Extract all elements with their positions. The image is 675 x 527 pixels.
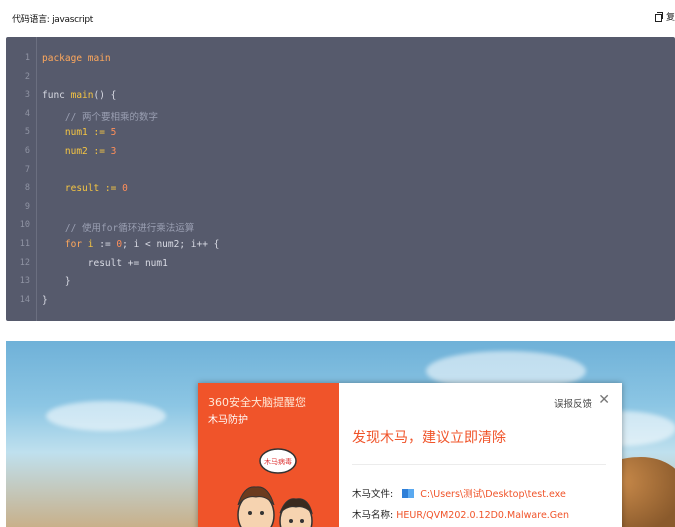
line-number: 1 bbox=[24, 53, 30, 63]
code-token: for bbox=[42, 239, 88, 250]
code-line: // 两个要相乘的数字 bbox=[42, 109, 158, 123]
folder-window-icon bbox=[402, 489, 415, 498]
code-token: func bbox=[42, 90, 71, 102]
code-line: // 使用for循环进行乘法运算 bbox=[42, 220, 194, 234]
code-line: package main bbox=[42, 53, 111, 64]
code-line: for i := 0; i < num2; i++ { bbox=[42, 239, 219, 250]
trojan-file-row: 木马文件: C:\Users\测试\Desktop\test.exe bbox=[352, 486, 566, 500]
cartoon-mascot-illustration: 木马病毒 bbox=[237, 448, 313, 527]
code-token: () { bbox=[93, 90, 117, 102]
code-line: num2 := 3 bbox=[42, 146, 117, 157]
line-number: 3 bbox=[24, 90, 30, 101]
alert-title: 发现木马，建议立即清除 bbox=[352, 430, 506, 446]
code-language-label: 代码语言: javascript bbox=[12, 15, 94, 25]
code-line: num1 := 5 bbox=[42, 127, 117, 139]
code-token: 3 bbox=[110, 146, 117, 157]
divider bbox=[352, 464, 606, 465]
trojan-name-value: HEUR/QVM202.0.12D0.Malware.Gen bbox=[396, 510, 570, 521]
code-token: result := bbox=[42, 183, 123, 195]
code-token: // 两个要相乘的数字 bbox=[42, 111, 159, 123]
line-number: 4 bbox=[24, 108, 30, 119]
code-token: } bbox=[42, 294, 48, 306]
line-number: 5 bbox=[24, 127, 30, 138]
code-token: 0 bbox=[122, 183, 128, 195]
line-number: 13 bbox=[19, 276, 30, 287]
line-number: 2 bbox=[24, 71, 30, 82]
code-line: func main() { bbox=[42, 90, 116, 101]
line-number: 11 bbox=[19, 239, 30, 249]
code-token: num1 := bbox=[42, 127, 111, 139]
code-block: 1 2 3 4 5 6 7 8 9 10 11 12 13 14 package main func mai… bbox=[6, 37, 675, 321]
brand-subtitle: 木马防护 bbox=[208, 415, 248, 426]
copy-label: 复 bbox=[665, 13, 675, 23]
brand-title: 360安全大脑提醒您 bbox=[208, 396, 306, 409]
cartoon-tag-text: 木马病毒 bbox=[264, 457, 292, 466]
code-card-header: 代码语言: javascript 复 bbox=[6, 0, 675, 37]
line-number-gutter: 1 2 3 4 5 6 7 8 9 10 11 12 13 14 bbox=[6, 37, 37, 321]
popup-brand-panel: 360安全大脑提醒您 木马防护 木马病毒 bbox=[198, 383, 339, 527]
file-path-link[interactable]: C:\Users\测试\Desktop\test.exe bbox=[420, 489, 566, 500]
code-line: } bbox=[42, 276, 71, 287]
line-number: 6 bbox=[24, 146, 30, 156]
line-number: 14 bbox=[19, 294, 30, 305]
copy-icon bbox=[654, 12, 664, 22]
code-line: result := 0 bbox=[42, 183, 128, 194]
code-token: main bbox=[70, 90, 94, 102]
cloud bbox=[46, 401, 166, 431]
code-token: result += num1 bbox=[42, 257, 168, 269]
false-positive-feedback-link[interactable]: 误报反馈 bbox=[554, 396, 592, 410]
line-number: 9 bbox=[24, 201, 30, 212]
code-line: result += num1 bbox=[42, 258, 168, 269]
code-token: // 使用for循环进行乘法运算 bbox=[42, 223, 195, 235]
line-number: 8 bbox=[24, 183, 30, 194]
line-number: 10 bbox=[19, 220, 30, 231]
code-line: } bbox=[42, 295, 48, 306]
close-icon[interactable]: ✕ bbox=[598, 393, 610, 407]
line-number: 12 bbox=[19, 257, 30, 268]
line-number: 7 bbox=[24, 164, 30, 175]
code-token: 5 bbox=[110, 127, 117, 139]
trojan-name-row: 木马名称: HEUR/QVM202.0.12D0.Malware.Gen bbox=[352, 507, 569, 521]
code-token: package main bbox=[42, 53, 111, 64]
code-token: ; i < num2; i++ { bbox=[122, 239, 220, 250]
file-label: 木马文件: bbox=[352, 489, 394, 500]
trojan-alert-popup: 360安全大脑提醒您 木马防护 木马病毒 误报反馈 ✕ 发现木马，建议立即清除 … bbox=[198, 383, 622, 527]
code-token: num2 := bbox=[42, 146, 111, 157]
desktop-background: 360安全大脑提醒您 木马防护 木马病毒 误报反馈 ✕ 发现木马，建议立即清除 … bbox=[6, 341, 675, 527]
code-token: } bbox=[42, 276, 71, 288]
name-label: 木马名称: bbox=[352, 510, 394, 521]
copy-button[interactable]: 复 bbox=[654, 10, 675, 23]
code-token: := bbox=[93, 239, 117, 250]
